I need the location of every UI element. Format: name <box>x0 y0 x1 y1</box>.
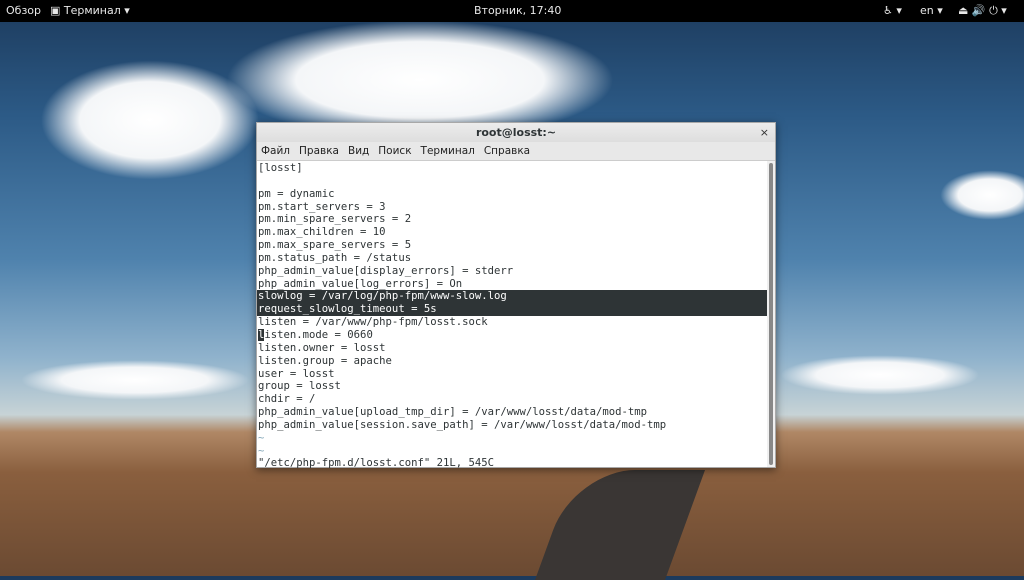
terminal-line: request_slowlog_timeout = 5s <box>257 303 768 317</box>
cloud <box>40 60 260 180</box>
terminal-line: pm.max_children = 10 <box>258 226 386 239</box>
terminal-window: root@losst:~ × Файл Правка Вид Поиск Тер… <box>256 122 776 470</box>
cloud <box>20 360 250 400</box>
menu-edit[interactable]: Правка <box>299 145 339 157</box>
terminal-line: pm.min_spare_servers = 2 <box>258 213 412 226</box>
terminal-line: listen.owner = losst <box>258 341 386 354</box>
system-menu[interactable]: ⏏ 🔊 ⏻ ▾ <box>958 4 1007 18</box>
app-menu-button[interactable]: ▣ Терминал ▾ <box>50 4 130 17</box>
menu-bar: Файл Правка Вид Поиск Терминал Справка <box>257 142 775 161</box>
terminal-line: user = losst <box>258 367 335 380</box>
terminal-line: pm = dynamic <box>258 187 335 200</box>
top-bar: Обзор ▣ Терминал ▾ Вторник, 17:40 ♿ ▾ en… <box>0 0 1024 22</box>
terminal-line: chdir = / <box>258 393 316 406</box>
line-text: isten.mode = 0660 <box>264 328 373 341</box>
cloud <box>780 355 980 395</box>
terminal-line: listen.mode = 0660 <box>257 328 768 342</box>
terminal-line: group = losst <box>258 380 341 393</box>
terminal-line: listen = /var/www/php-fpm/losst.sock <box>258 316 488 329</box>
terminal-line: pm.max_spare_servers = 5 <box>258 239 412 252</box>
terminal-line: listen.group = apache <box>258 354 392 367</box>
terminal-line: pm.start_servers = 3 <box>258 200 386 213</box>
terminal-line: php_admin_value[log_errors] = On <box>258 277 463 290</box>
app-menu-label: Терминал ▾ <box>63 4 130 17</box>
terminal-content[interactable]: [losst] pm = dynamic pm.start_servers = 3p… <box>257 161 768 470</box>
activities-button[interactable]: Обзор <box>6 4 41 17</box>
terminal-line: php_admin_value[upload_tmp_dir] = /var/w… <box>258 406 648 419</box>
terminal-icon: ▣ <box>50 4 64 17</box>
terminal-line: ~ <box>258 431 265 444</box>
close-button[interactable]: × <box>760 123 769 142</box>
road <box>534 470 706 580</box>
menu-help[interactable]: Справка <box>484 145 530 157</box>
terminal-line: php_admin_value[display_errors] = stderr <box>258 264 514 277</box>
accessibility-menu[interactable]: ♿ ▾ <box>883 4 902 17</box>
terminal-line: [losst] <box>258 162 303 174</box>
scrollbar-thumb[interactable] <box>769 163 773 465</box>
terminal-line: slowlog = /var/log/php-fpm/www-slow.log <box>257 290 768 304</box>
menu-terminal[interactable]: Терминал <box>421 145 475 157</box>
language-menu[interactable]: en ▾ <box>920 4 943 17</box>
title-bar[interactable]: root@losst:~ × <box>257 123 775 142</box>
menu-file[interactable]: Файл <box>261 145 290 157</box>
scrollbar[interactable] <box>767 161 775 467</box>
menu-view[interactable]: Вид <box>348 145 369 157</box>
menu-search[interactable]: Поиск <box>378 145 411 157</box>
cloud <box>940 170 1024 220</box>
terminal-line: "/etc/php-fpm.d/losst.conf" 21L, 545C <box>258 457 494 470</box>
terminal-line: php_admin_value[session.save_path] = /va… <box>258 418 667 431</box>
clock[interactable]: Вторник, 17:40 <box>474 4 561 17</box>
terminal-line: ~ <box>258 444 265 457</box>
terminal-line: pm.status_path = /status <box>258 251 412 264</box>
window-title: root@losst:~ <box>475 126 557 139</box>
